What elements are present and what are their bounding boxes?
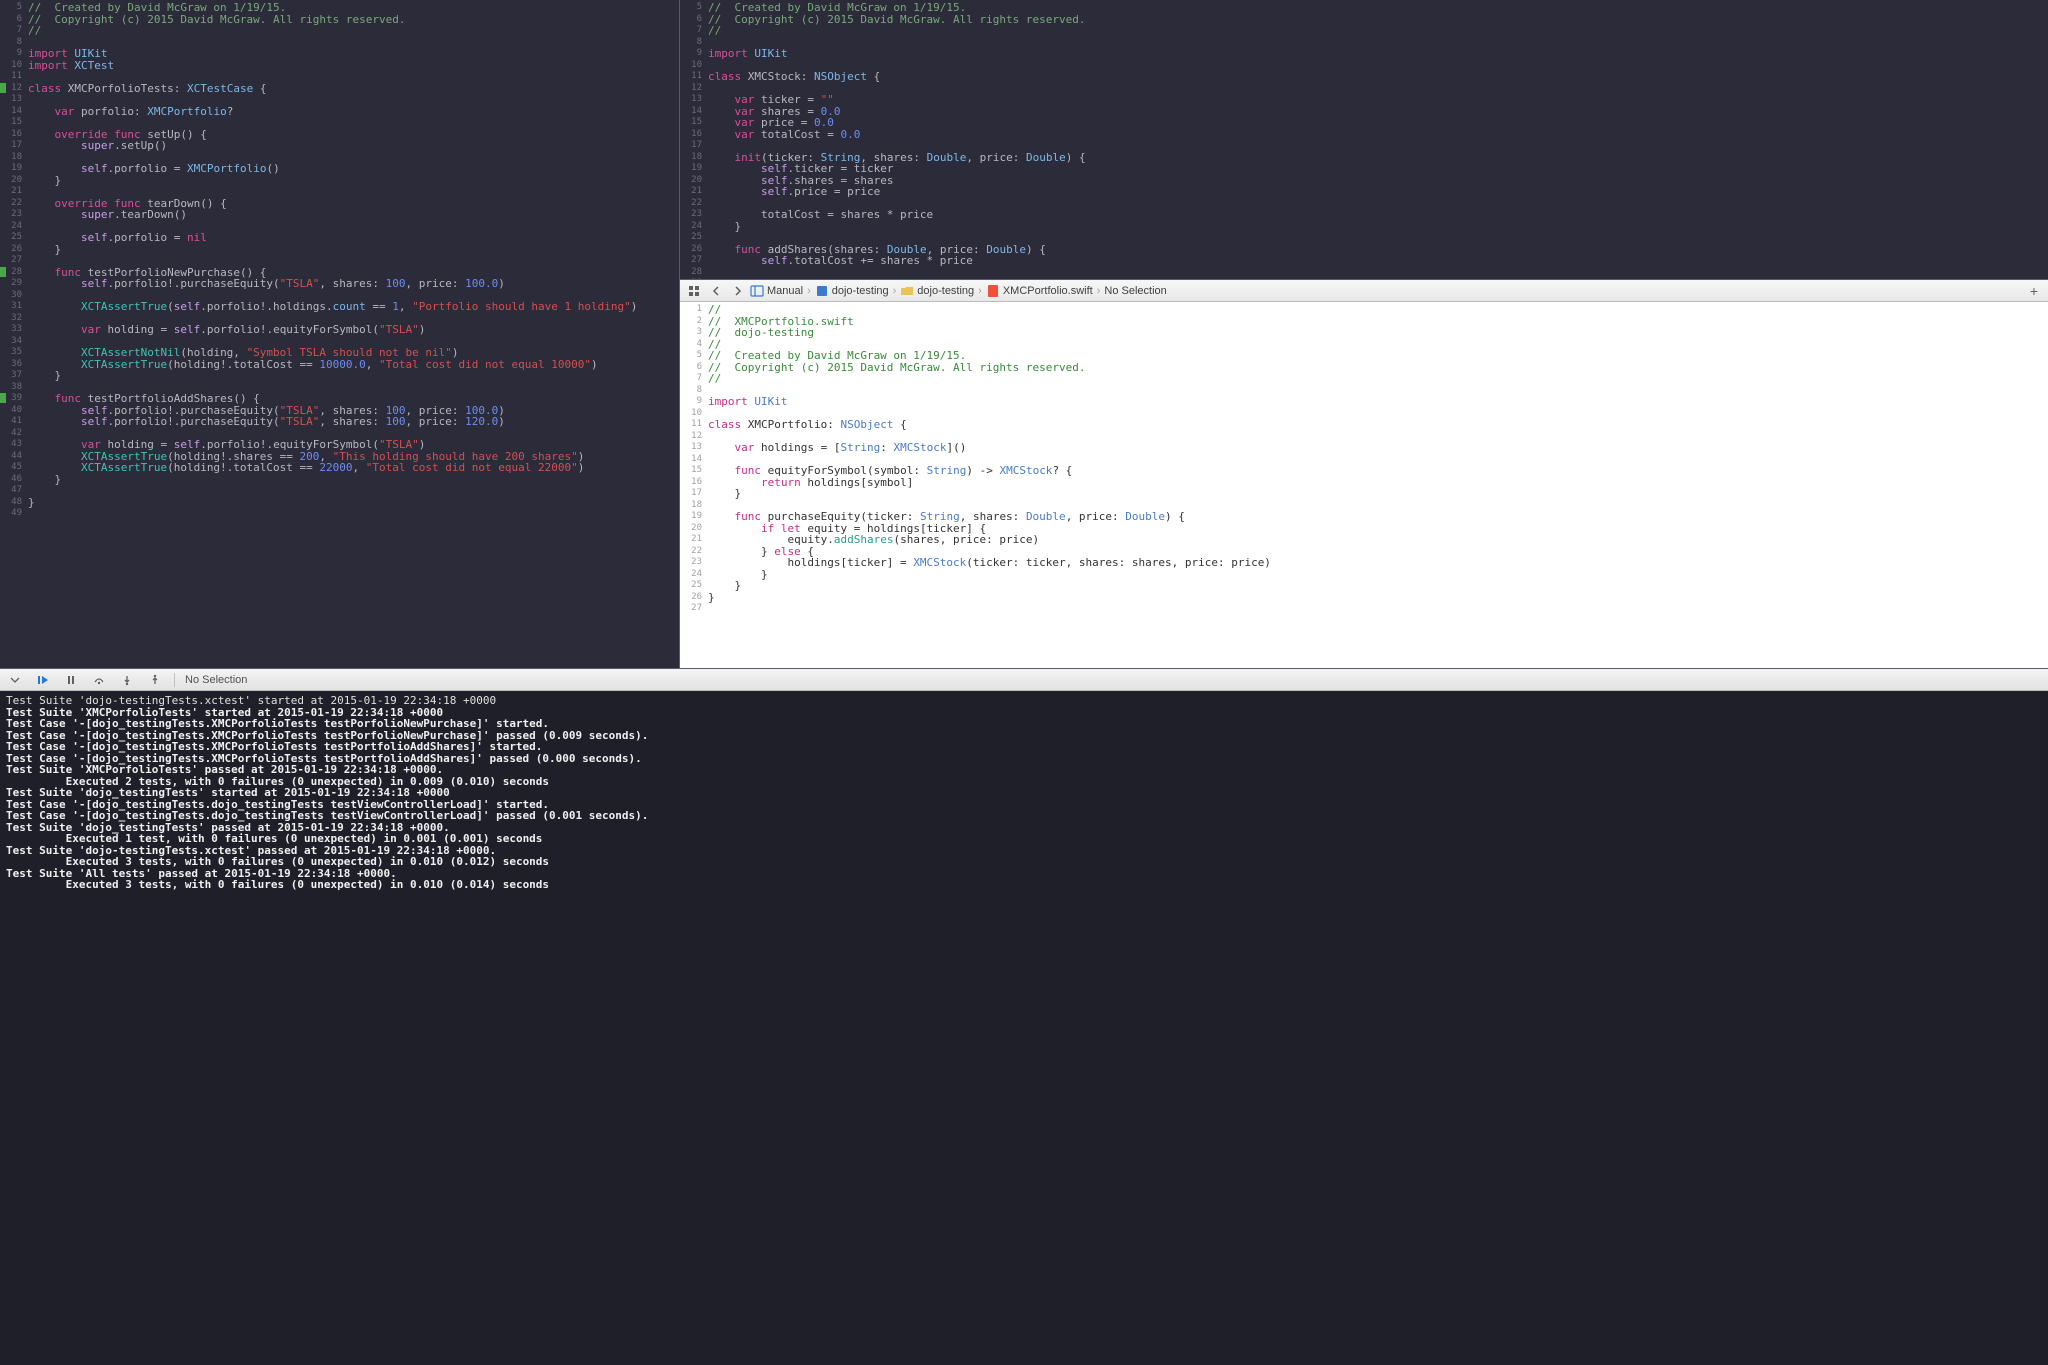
jump-bar-mode-label: Manual — [767, 285, 803, 297]
editor-right-bottom-pane: Manual › dojo-testing › dojo-testing › — [680, 280, 2048, 668]
nav-back-icon[interactable] — [706, 283, 726, 299]
breadcrumb-separator: › — [893, 285, 897, 297]
add-editor-icon[interactable]: + — [2024, 283, 2044, 299]
related-items-icon[interactable] — [684, 283, 704, 299]
breadcrumb-project[interactable]: dojo-testing — [815, 284, 889, 298]
continue-icon[interactable] — [34, 672, 52, 688]
console-output[interactable]: Test Suite 'dojo-testingTests.xctest' st… — [0, 691, 2048, 1365]
breadcrumb-selection[interactable]: No Selection — [1104, 285, 1166, 297]
breadcrumb-separator: › — [978, 285, 982, 297]
layout-icon — [750, 284, 764, 298]
editor-right-column: 5678910111213141516171819202122232425262… — [680, 0, 2048, 668]
debug-selection-label[interactable]: No Selection — [185, 674, 247, 686]
breadcrumb-folder[interactable]: dojo-testing — [900, 284, 974, 298]
breadcrumb-separator: › — [807, 285, 811, 297]
folder-icon — [900, 284, 914, 298]
editors-area: 5678910111213141516171819202122232425262… — [0, 0, 2048, 668]
breadcrumb-separator: › — [1097, 285, 1101, 297]
step-over-icon[interactable] — [90, 672, 108, 688]
editor-left-pane: 5678910111213141516171819202122232425262… — [0, 0, 680, 668]
code-editor-right-bottom[interactable]: 1234567891011121314151617181920212223242… — [680, 302, 2048, 668]
console-panel: No Selection Test Suite 'dojo-testingTes… — [0, 668, 2048, 1365]
nav-forward-icon[interactable] — [728, 283, 748, 299]
line-gutter-right-bottom: 1234567891011121314151617181920212223242… — [680, 302, 708, 668]
console-toolbar: No Selection — [0, 669, 2048, 691]
editor-right-top-pane: 5678910111213141516171819202122232425262… — [680, 0, 2048, 280]
jump-bar: Manual › dojo-testing › dojo-testing › — [680, 280, 2048, 302]
project-icon — [815, 284, 829, 298]
swift-file-icon — [986, 284, 1000, 298]
jump-bar-mode[interactable]: Manual — [750, 284, 803, 298]
code-editor-left[interactable]: 5678910111213141516171819202122232425262… — [0, 0, 679, 668]
pause-icon[interactable] — [62, 672, 80, 688]
code-text-right-bottom[interactable]: //// XMCPortfolio.swift// dojo-testing//… — [708, 302, 2048, 668]
step-into-icon[interactable] — [118, 672, 136, 688]
variables-view-icon[interactable] — [6, 672, 24, 688]
code-editor-right-top[interactable]: 5678910111213141516171819202122232425262… — [680, 0, 2048, 279]
line-gutter-left: 5678910111213141516171819202122232425262… — [0, 0, 28, 668]
toolbar-divider — [174, 673, 175, 687]
step-out-icon[interactable] — [146, 672, 164, 688]
line-gutter-right-top: 5678910111213141516171819202122232425262… — [680, 0, 708, 279]
code-text-right-top[interactable]: // Created by David McGraw on 1/19/15.//… — [708, 0, 2048, 279]
breadcrumb-file[interactable]: XMCPortfolio.swift — [986, 284, 1093, 298]
code-text-left[interactable]: // Created by David McGraw on 1/19/15.//… — [28, 0, 679, 668]
